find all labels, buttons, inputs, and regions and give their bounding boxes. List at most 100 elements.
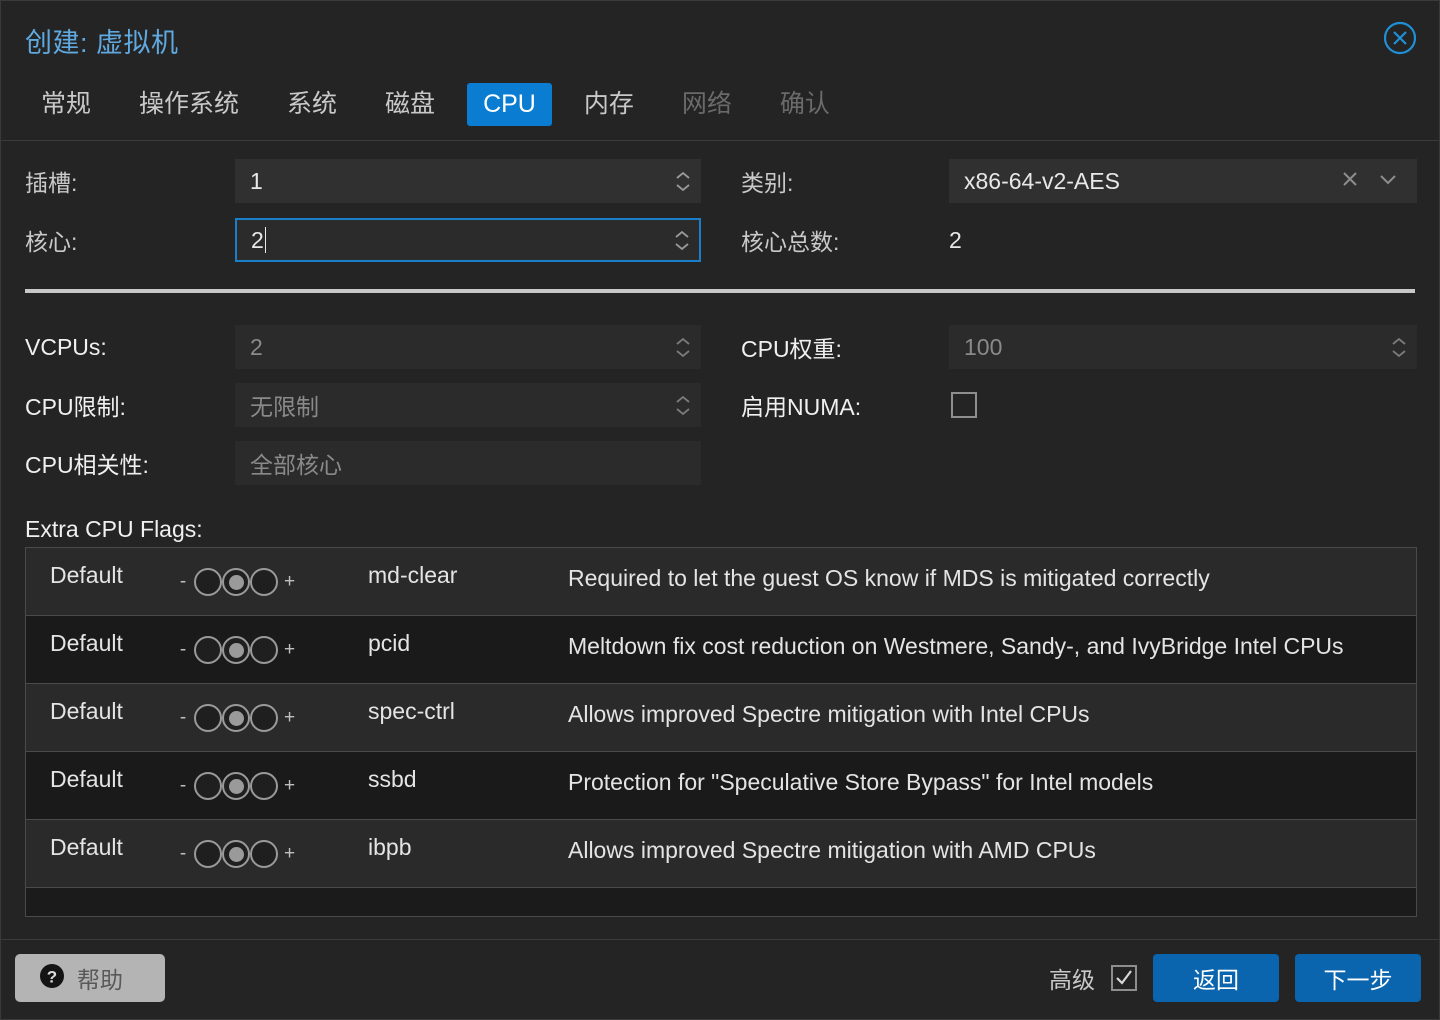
tristate-option-on[interactable] <box>250 704 278 732</box>
cpu-limit-label: CPU限制: <box>25 394 126 420</box>
dialog-title: 创建: 虚拟机 <box>25 28 179 58</box>
tab-磁盘[interactable]: 磁盘 <box>369 83 451 126</box>
checkmark-icon <box>1116 970 1132 985</box>
tab-网络: 网络 <box>681 90 732 118</box>
tristate-option-on[interactable] <box>250 636 278 664</box>
section-divider <box>25 289 1415 293</box>
flag-description: Meltdown fix cost reduction on Westmere,… <box>568 633 1344 659</box>
selected-dot <box>228 846 244 862</box>
flag-description: Protection for "Speculative Store Bypass… <box>568 769 1154 795</box>
plus-icon[interactable]: + <box>284 707 295 729</box>
flag-description: Required to let the guest OS know if MDS… <box>568 565 1210 591</box>
table-row[interactable]: Default - + ssbd Protection for "Speculative… <box>26 752 1416 820</box>
selected-dot <box>228 574 244 590</box>
sockets-label: 插槽: <box>25 170 78 196</box>
minus-icon[interactable]: - <box>178 571 188 593</box>
dialog-footer: ? 帮助 高级 返回 下一步 <box>1 939 1439 1019</box>
tristate-option-off[interactable] <box>194 772 222 800</box>
table-row[interactable]: Default - + spec-ctrl Allows improved Spectr… <box>26 684 1416 752</box>
tristate-option-off[interactable] <box>194 568 222 596</box>
cpu-units-stepper[interactable] <box>1382 326 1416 368</box>
plus-icon[interactable]: + <box>284 843 295 865</box>
flag-tristate-control[interactable]: - + <box>178 562 368 596</box>
extra-cpu-flags-table[interactable]: Default - + md-clear Required to let the gue… <box>25 547 1417 917</box>
back-button[interactable]: 返回 <box>1153 954 1279 1002</box>
field-sockets: 插槽: 1 <box>25 159 701 203</box>
cores-stepper[interactable] <box>665 220 699 260</box>
tristate-option-off[interactable] <box>194 636 222 664</box>
numa-checkbox[interactable] <box>951 392 977 418</box>
cpu-limit-input[interactable]: 无限制 <box>235 383 701 427</box>
minus-icon[interactable]: - <box>178 639 188 661</box>
flag-description: Allows improved Spectre mitigation with … <box>568 837 1096 863</box>
tristate-option-default[interactable] <box>222 704 250 732</box>
numa-label: 启用NUMA: <box>741 394 862 420</box>
table-row[interactable]: Default - + pcid Meltdown fix cost reduction… <box>26 616 1416 684</box>
plus-icon[interactable]: + <box>284 571 295 593</box>
field-cpu-limit: CPU限制: 无限制 <box>25 383 701 427</box>
sockets-stepper[interactable] <box>666 160 700 202</box>
cores-input[interactable]: 2 <box>235 218 701 262</box>
help-button[interactable]: ? 帮助 <box>15 954 165 1002</box>
tristate-option-default[interactable] <box>222 840 250 868</box>
cores-label: 核心: <box>25 229 78 255</box>
vcpus-input[interactable]: 2 <box>235 325 701 369</box>
sockets-input[interactable]: 1 <box>235 159 701 203</box>
cpu-units-input[interactable]: 100 <box>949 325 1417 369</box>
flag-name: ibpb <box>368 834 412 860</box>
tab-操作系统[interactable]: 操作系统 <box>123 83 255 126</box>
next-button[interactable]: 下一步 <box>1295 954 1421 1002</box>
cpu-affinity-input[interactable]: 全部核心 <box>235 441 701 485</box>
total-cores-label: 核心总数: <box>741 229 840 255</box>
minus-icon[interactable]: - <box>178 843 188 865</box>
minus-icon[interactable]: - <box>178 707 188 729</box>
selected-dot <box>228 778 244 794</box>
flag-state-label: Default <box>50 834 123 860</box>
tristate-option-off[interactable] <box>194 704 222 732</box>
tristate-option-on[interactable] <box>250 568 278 596</box>
chevron-down-icon[interactable] <box>1378 172 1398 190</box>
extra-cpu-flags-label: Extra CPU Flags: <box>25 516 203 542</box>
flag-tristate-control[interactable]: - + <box>178 766 368 800</box>
vcpus-stepper[interactable] <box>666 326 700 368</box>
tab-CPU[interactable]: CPU <box>467 83 552 126</box>
cpu-type-label: 类别: <box>741 170 794 196</box>
svg-text:?: ? <box>47 967 57 986</box>
tristate-option-on[interactable] <box>250 772 278 800</box>
tristate-option-off[interactable] <box>194 840 222 868</box>
cpu-affinity-label: CPU相关性: <box>25 452 149 478</box>
field-cores: 核心: 2 <box>25 218 701 262</box>
flag-tristate-control[interactable]: - + <box>178 834 368 868</box>
field-total-cores: 核心总数: 2 <box>741 218 1417 262</box>
flag-description: Allows improved Spectre mitigation with … <box>568 701 1090 727</box>
tristate-option-default[interactable] <box>222 568 250 596</box>
total-cores-value: 2 <box>949 226 962 253</box>
advanced-label: 高级 <box>1049 967 1095 993</box>
sockets-value: 1 <box>250 167 263 194</box>
plus-icon[interactable]: + <box>284 775 295 797</box>
flag-tristate-control[interactable]: - + <box>178 630 368 664</box>
tristate-option-on[interactable] <box>250 840 278 868</box>
clear-icon[interactable] <box>1340 169 1360 194</box>
field-cpu-type: 类别: x86-64-v2-AES <box>741 159 1417 203</box>
flag-name: pcid <box>368 630 411 656</box>
flag-tristate-control[interactable]: - + <box>178 698 368 732</box>
tab-常规[interactable]: 常规 <box>25 83 107 126</box>
help-label: 帮助 <box>77 967 123 993</box>
table-row[interactable]: Default - + md-clear Required to let the gue… <box>26 548 1416 616</box>
tab-系统[interactable]: 系统 <box>271 83 353 126</box>
plus-icon[interactable]: + <box>284 639 295 661</box>
cpu-limit-stepper[interactable] <box>666 384 700 426</box>
minus-icon[interactable]: - <box>178 775 188 797</box>
dialog-body: 插槽: 1 核心: 2 类别: x86-64-v2-AES 核心总数: 2 VC… <box>1 141 1439 939</box>
tristate-option-default[interactable] <box>222 636 250 664</box>
flag-state-label: Default <box>50 698 123 724</box>
cpu-affinity-value: 全部核心 <box>250 452 342 478</box>
advanced-checkbox[interactable] <box>1111 965 1137 991</box>
table-row[interactable]: Default - + ibpb Allows improved Spectre mit… <box>26 820 1416 888</box>
cpu-type-select[interactable]: x86-64-v2-AES <box>949 159 1417 203</box>
tab-内存[interactable]: 内存 <box>568 83 650 126</box>
cpu-type-value: x86-64-v2-AES <box>964 167 1120 194</box>
tristate-option-default[interactable] <box>222 772 250 800</box>
close-icon[interactable] <box>1383 21 1417 55</box>
